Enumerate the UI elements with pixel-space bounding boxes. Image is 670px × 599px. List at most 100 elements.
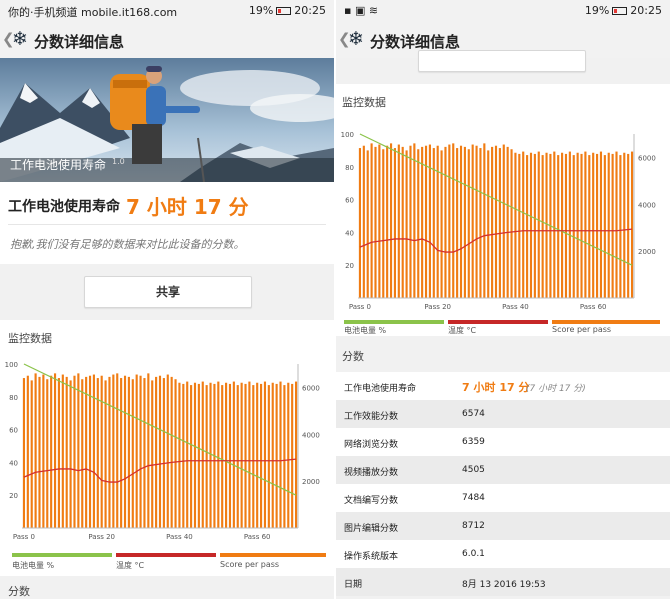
score-bar — [77, 373, 80, 528]
score-label: 日期 — [344, 580, 363, 590]
score-bar — [386, 145, 389, 298]
score-bar — [506, 146, 509, 298]
score-value: 8月 13 2016 19:53 — [462, 580, 546, 590]
score-bar — [467, 149, 470, 298]
score-value: 6574 — [462, 409, 485, 419]
score-bar — [120, 378, 123, 528]
score-bar — [123, 375, 127, 528]
score-bar — [116, 373, 119, 528]
share-button-partial[interactable] — [418, 50, 586, 72]
score-bar — [494, 145, 498, 298]
snowflake-icon: ❄ — [348, 28, 364, 50]
score-bar — [627, 153, 630, 298]
score-bar — [256, 382, 259, 528]
hero-version: 1.0 — [112, 157, 125, 166]
y-left-tick-label: 80 — [345, 164, 354, 172]
y-left-tick-label: 80 — [9, 394, 18, 402]
score-bar — [46, 379, 49, 528]
battery-percent: 19% — [248, 4, 274, 17]
score-value: 7 小时 17 分 — [462, 381, 530, 394]
score-bar — [607, 152, 610, 298]
score-bar — [100, 375, 103, 528]
y-left-tick-label: 40 — [345, 229, 354, 237]
score-bar — [537, 151, 540, 298]
y-left-tick-label: 20 — [9, 492, 18, 500]
left-phone-screen: 你的·手机频道 mobile.it168.com 19% 20:25 ❮ ❄ 分数… — [0, 0, 334, 599]
legend-battery-swatch — [344, 320, 444, 324]
score-bar — [526, 155, 529, 298]
watermark-text: 你的·手机频道 mobile.it168.com — [8, 6, 178, 19]
score-bar — [69, 380, 72, 528]
y-left-tick-label: 100 — [5, 361, 18, 369]
score-bar — [50, 375, 53, 528]
score-bar — [483, 143, 486, 298]
legend-score-label: Score per pass — [220, 560, 280, 569]
scores-title: 分数 — [8, 585, 30, 598]
app-bar: ❮ ❄ 分数详细信息 — [0, 22, 334, 58]
score-bar — [401, 146, 404, 298]
legend-score-swatch — [552, 320, 660, 324]
clock: 20:25 — [294, 4, 326, 17]
score-bar — [248, 381, 251, 528]
score-bar — [444, 146, 447, 298]
score-label: 操作系统版本 — [344, 552, 399, 562]
score-row: 工作效能分数 6574 — [336, 400, 670, 428]
score-bar — [228, 383, 232, 528]
score-bar — [193, 382, 197, 528]
score-label: 网络浏览分数 — [344, 440, 399, 450]
score-bar — [389, 143, 393, 298]
score-bar — [112, 374, 115, 528]
score-bar — [623, 152, 626, 298]
score-bar — [38, 376, 41, 528]
clock: 20:25 — [630, 4, 662, 17]
page-title: 分数详细信息 — [34, 33, 125, 51]
score-bar — [487, 150, 490, 298]
score-row: 工作电池使用寿命 7 小时 17 分 (7 小时 17 分) — [336, 372, 670, 400]
score-bar — [240, 382, 243, 528]
score-bar — [510, 149, 513, 298]
divider — [8, 224, 326, 225]
score-bar — [615, 151, 618, 298]
hero-image: 工作电池使用寿命 1.0 — [0, 58, 334, 182]
score-value: 6359 — [462, 437, 485, 447]
score-bar — [42, 374, 45, 528]
share-button[interactable]: 共享 — [84, 276, 252, 308]
score-bar — [463, 146, 466, 298]
score-bar — [475, 145, 478, 298]
score-bar — [568, 151, 571, 298]
score-value: 7484 — [462, 493, 485, 503]
monitor-card: 监控数据 20 40 60 80 100 2000 4000 6000 Pass 0 Pass 2… — [0, 320, 334, 576]
score-bar — [479, 148, 482, 298]
status-bar: ▪ ▣ ≋ 19% 20:25 — [336, 0, 670, 22]
score-bar — [197, 383, 200, 528]
x-tick-label: Pass 0 — [13, 533, 35, 541]
monitor-chart: 20 40 60 80 100 2000 4000 6000 Pass 0 Pass 20 Pass… — [341, 131, 656, 311]
score-bar — [287, 382, 290, 528]
y-right-tick-label: 4000 — [302, 431, 320, 439]
y-right-tick-label: 2000 — [302, 478, 320, 486]
battery-icon — [612, 7, 628, 15]
score-bar — [205, 385, 208, 528]
score-bar — [225, 382, 228, 528]
score-bar — [85, 376, 88, 528]
score-bar — [34, 373, 37, 528]
score-bar — [252, 385, 255, 528]
score-bar — [135, 374, 138, 528]
y-right-tick-label: 2000 — [638, 248, 656, 256]
score-bar — [232, 381, 235, 528]
score-bar — [88, 375, 92, 528]
score-bar — [279, 381, 282, 528]
score-bar — [139, 375, 142, 528]
score-bar — [267, 385, 270, 528]
score-bar — [362, 145, 365, 298]
score-bar — [541, 155, 544, 298]
score-bar — [162, 378, 165, 528]
score-bar — [143, 378, 146, 528]
score-bar — [366, 150, 369, 298]
score-row: 文档编写分数 7484 — [336, 484, 670, 512]
score-bar — [127, 376, 130, 528]
y-left-tick-label: 60 — [345, 197, 354, 205]
score-extra: (7 小时 17 分) — [526, 384, 586, 394]
score-bar — [576, 152, 579, 298]
right-phone-screen: ▪ ▣ ≋ 19% 20:25 ❮ ❄ 分数详细信息 监控数据 20 40 60 80 1… — [336, 0, 670, 599]
